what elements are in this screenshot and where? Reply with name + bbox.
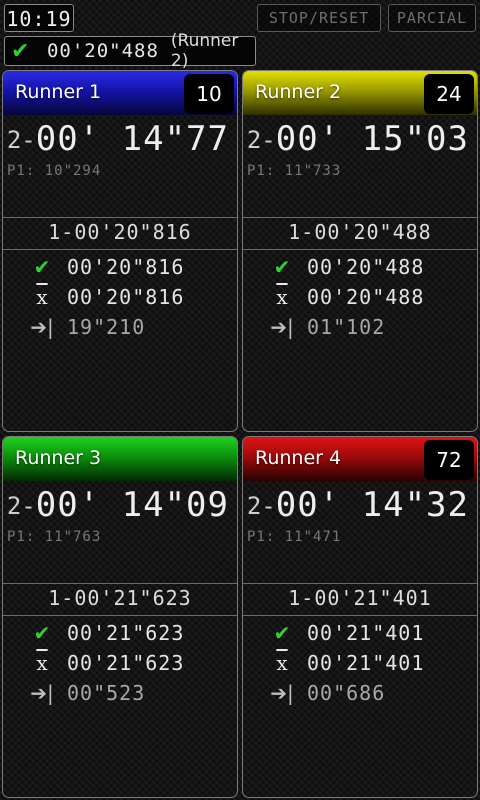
diff-value: 00"523 bbox=[67, 681, 146, 705]
best-lap-row: ✔ 00'21"401 bbox=[267, 619, 424, 647]
diff-row: ➔| 00"523 bbox=[27, 679, 145, 707]
runner-number-badge: 10 bbox=[184, 74, 234, 114]
diff-row: ➔| 00"686 bbox=[267, 679, 385, 707]
divider bbox=[243, 615, 477, 616]
best-lap-value: 00'21"623 bbox=[67, 621, 185, 645]
best-lap-value: 00'20"488 bbox=[307, 255, 425, 279]
last-lap-time: 1-00'20"488 bbox=[288, 220, 432, 244]
average-row: x 00'21"623 bbox=[27, 649, 184, 677]
best-lap-time: 00'20"488 bbox=[46, 40, 159, 62]
lap-time: 00' 14"77 bbox=[35, 119, 229, 159]
runner-panel-4[interactable]: Runner 4 72 2-00' 14"32 P1: 11"471 1-00'… bbox=[242, 436, 478, 798]
average-row: x 00'21"401 bbox=[267, 649, 424, 677]
runner-number-badge: 24 bbox=[424, 74, 474, 114]
lap-number: 2- bbox=[6, 492, 36, 520]
runner-name: Runner 2 bbox=[255, 81, 342, 103]
arrow-to-bar-icon: ➔| bbox=[30, 681, 54, 705]
partial-time: P1: 10"294 bbox=[7, 163, 102, 179]
check-icon: ✔ bbox=[33, 255, 51, 279]
parcial-button[interactable]: PARCIAL bbox=[388, 4, 476, 32]
runner-header: Runner 2 24 bbox=[243, 71, 477, 115]
average-x-bar-icon: x bbox=[276, 651, 288, 675]
lap-time: 00' 15"03 bbox=[275, 119, 469, 159]
current-lap: 2-00' 14"32 bbox=[247, 485, 469, 525]
runner-panel-3[interactable]: Runner 3 2-00' 14"09 P1: 11"763 1-00'21"… bbox=[2, 436, 238, 798]
current-lap: 2-00' 15"03 bbox=[247, 119, 469, 159]
partial-time: P1: 11"763 bbox=[7, 529, 102, 545]
lap-time: 00' 14"32 bbox=[275, 485, 469, 525]
best-lap-banner: ✔ 00'20"488 (Runner 2) bbox=[4, 31, 256, 71]
current-lap: 2-00' 14"77 bbox=[7, 119, 229, 159]
divider bbox=[3, 615, 237, 616]
divider bbox=[3, 583, 237, 584]
divider bbox=[243, 249, 477, 250]
runner-panel-1[interactable]: Runner 1 10 2-00' 14"77 P1: 10"294 1-00'… bbox=[2, 70, 238, 432]
average-x-bar-icon: x bbox=[36, 285, 48, 309]
clock-display: 10:19 bbox=[4, 4, 74, 32]
divider bbox=[3, 249, 237, 250]
diff-value: 00"686 bbox=[307, 681, 386, 705]
runner-header: Runner 1 10 bbox=[3, 71, 237, 115]
best-lap-row: ✔ 00'20"816 bbox=[27, 253, 184, 281]
diff-row: ➔| 01"102 bbox=[267, 313, 385, 341]
diff-value: 19"210 bbox=[67, 315, 146, 339]
arrow-to-bar-icon: ➔| bbox=[30, 315, 54, 339]
check-icon: ✔ bbox=[33, 621, 51, 645]
best-lap-row: ✔ 00'21"623 bbox=[27, 619, 184, 647]
last-lap-time: 1-00'21"401 bbox=[288, 586, 432, 610]
divider bbox=[3, 217, 237, 218]
arrow-to-bar-icon: ➔| bbox=[270, 681, 294, 705]
lap-number: 2- bbox=[246, 492, 276, 520]
last-lap-time: 1-00'20"816 bbox=[48, 220, 192, 244]
lap-number: 2- bbox=[6, 126, 36, 154]
runner-name: Runner 3 bbox=[15, 447, 102, 469]
last-lap-time: 1-00'21"623 bbox=[48, 586, 192, 610]
check-icon: ✔ bbox=[11, 38, 30, 64]
average-value: 00'21"401 bbox=[307, 651, 425, 675]
runner-header: Runner 3 bbox=[3, 437, 237, 481]
runner-name: Runner 4 bbox=[255, 447, 342, 469]
stop-reset-button[interactable]: STOP/RESET bbox=[257, 4, 381, 32]
average-row: x 00'20"488 bbox=[267, 283, 424, 311]
best-lap-row: ✔ 00'20"488 bbox=[267, 253, 424, 281]
divider bbox=[243, 583, 477, 584]
check-icon: ✔ bbox=[273, 621, 291, 645]
current-lap: 2-00' 14"09 bbox=[7, 485, 229, 525]
diff-value: 01"102 bbox=[307, 315, 386, 339]
runner-panel-2[interactable]: Runner 2 24 2-00' 15"03 P1: 11"733 1-00'… bbox=[242, 70, 478, 432]
average-value: 00'21"623 bbox=[67, 651, 185, 675]
partial-time: P1: 11"471 bbox=[247, 529, 342, 545]
average-row: x 00'20"816 bbox=[27, 283, 184, 311]
lap-number: 2- bbox=[246, 126, 276, 154]
best-lap-value: 00'21"401 bbox=[307, 621, 425, 645]
lap-time: 00' 14"09 bbox=[35, 485, 229, 525]
divider bbox=[243, 217, 477, 218]
check-icon: ✔ bbox=[273, 255, 291, 279]
average-value: 00'20"816 bbox=[67, 285, 185, 309]
average-x-bar-icon: x bbox=[276, 285, 288, 309]
best-lap-runner: (Runner 2) bbox=[170, 31, 239, 71]
runner-number-badge: 72 bbox=[424, 440, 474, 480]
runner-header: Runner 4 72 bbox=[243, 437, 477, 481]
arrow-to-bar-icon: ➔| bbox=[270, 315, 294, 339]
partial-time: P1: 11"733 bbox=[247, 163, 342, 179]
average-x-bar-icon: x bbox=[36, 651, 48, 675]
diff-row: ➔| 19"210 bbox=[27, 313, 145, 341]
best-lap-value: 00'20"816 bbox=[67, 255, 185, 279]
average-value: 00'20"488 bbox=[307, 285, 425, 309]
runner-name: Runner 1 bbox=[15, 81, 102, 103]
